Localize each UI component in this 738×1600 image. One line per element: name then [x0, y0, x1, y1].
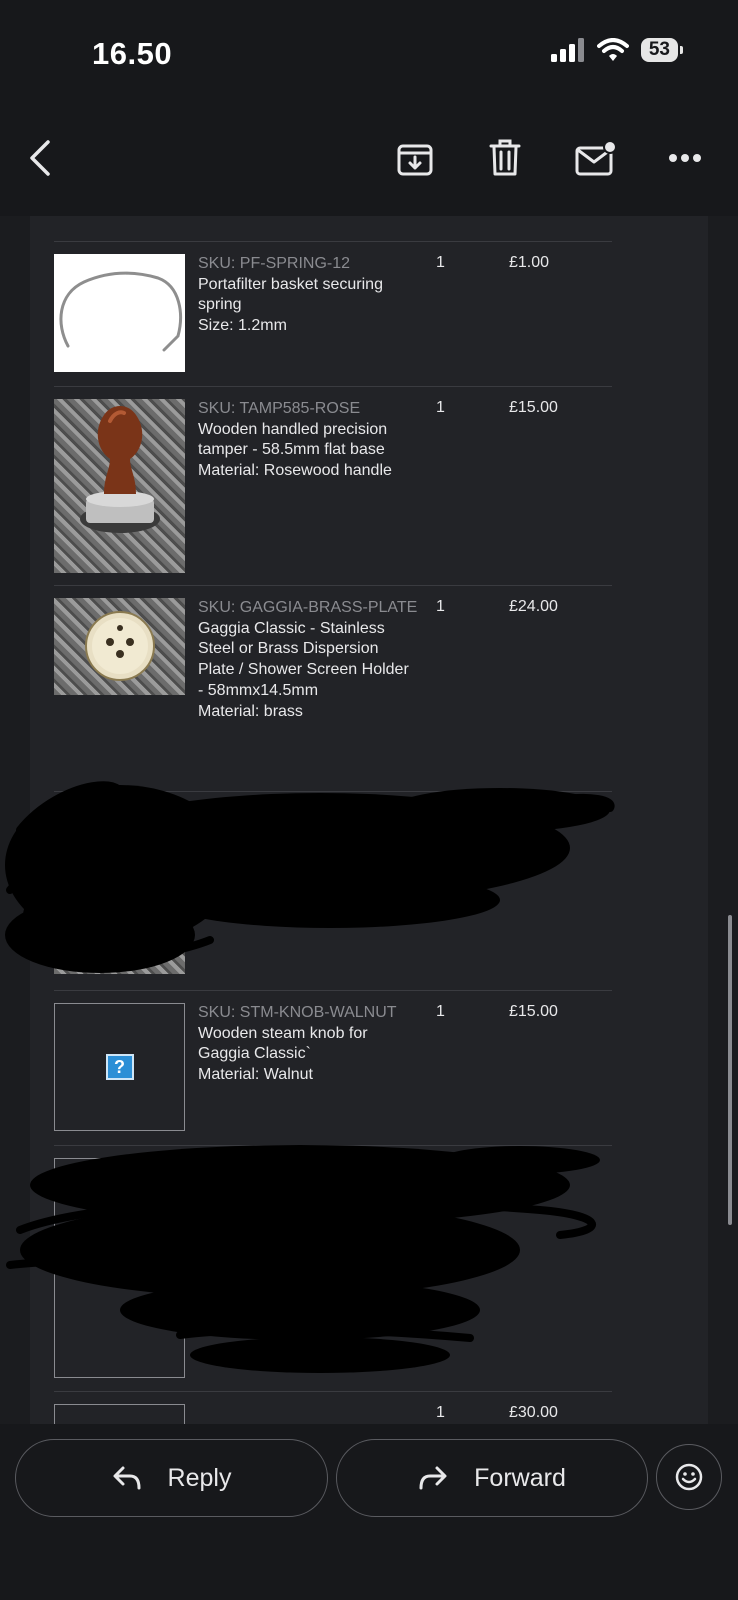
item-detail: Material: brass [198, 702, 303, 720]
redaction-scribble [5, 781, 615, 973]
row-divider [54, 585, 612, 586]
item-name: Portafilter basket securing spring [198, 275, 383, 314]
item-name: Gaggia Classic - Stainless Steel or Bras… [198, 619, 409, 699]
archive-button[interactable] [389, 132, 441, 184]
item-price: £15.00 [509, 1003, 558, 1020]
item-detail: Size: 1.2mm [198, 317, 287, 335]
product-image-tamper [54, 399, 185, 573]
emoji-reaction-button[interactable] [656, 1444, 722, 1510]
mark-unread-button[interactable] [570, 132, 622, 184]
more-icon [669, 154, 701, 162]
broken-image-placeholder: ? [54, 1003, 185, 1131]
row-divider [54, 1391, 612, 1392]
chevron-left-icon [30, 140, 50, 176]
archive-icon [397, 144, 433, 176]
item-quantity: 1 [436, 399, 445, 416]
reply-button[interactable]: Reply [15, 1439, 328, 1517]
missing-image-icon: ? [105, 1054, 134, 1080]
item-detail: Material: Rosewood handle [198, 462, 392, 480]
product-image-spring [54, 254, 185, 372]
forward-label: Forward [474, 1463, 566, 1492]
item-sku: SKU: TAMP585-ROSE [198, 400, 361, 417]
trash-icon [489, 139, 521, 176]
item-quantity: 1 [436, 598, 445, 615]
item-detail: Material: Walnut [198, 1066, 313, 1084]
item-quantity: 1 [436, 1404, 445, 1421]
item-price: £24.00 [509, 598, 558, 615]
item-sku: SKU: STM-KNOB-WALNUT [198, 1004, 397, 1021]
item-price: £1.00 [509, 254, 550, 271]
more-button[interactable] [659, 132, 711, 184]
item-quantity: 1 [436, 1003, 445, 1020]
smiley-icon [675, 1463, 703, 1491]
item-name: Wooden handled precision tamper - 58.5mm… [198, 420, 388, 459]
item-sku: SKU: GAGGIA-BRASS-PLATE [198, 599, 418, 616]
status-icons: 53 [550, 38, 684, 62]
mail-unread-icon [575, 140, 617, 176]
row-divider [54, 241, 612, 242]
item-price: £30.00 [509, 1404, 558, 1421]
item-sku: SKU: PF-SPRING-12 [198, 255, 351, 272]
reply-label: Reply [167, 1463, 232, 1492]
signal-icon [550, 38, 584, 62]
product-image-brass-plate [54, 598, 185, 695]
back-button[interactable] [15, 132, 67, 184]
redaction-scribble [6, 1145, 600, 1373]
delete-button[interactable] [479, 132, 531, 184]
app-bar [0, 110, 738, 216]
scrollbar[interactable] [728, 915, 732, 1225]
status-time: 16.50 [92, 36, 173, 71]
product-image-partial [54, 1404, 185, 1424]
item-description: SKU: STM-KNOB-WALNUT Wooden steam knob f… [198, 1003, 418, 1086]
item-name: Wooden steam knob for Gaggia Classic` [198, 1024, 368, 1063]
wifi-icon [596, 38, 629, 61]
bottom-action-bar: Reply Forward [0, 1424, 738, 1600]
item-description: SKU: PF-SPRING-12 Portafilter basket sec… [198, 254, 418, 337]
item-price: £15.00 [509, 399, 558, 416]
forward-button[interactable]: Forward [336, 1439, 648, 1517]
reply-icon [113, 1466, 141, 1490]
item-quantity: 1 [436, 254, 445, 271]
row-divider [54, 386, 612, 387]
item-description: SKU: TAMP585-ROSE Wooden handled precisi… [198, 399, 418, 482]
status-bar: 16.50 53 [0, 0, 738, 110]
forward-icon [419, 1466, 447, 1490]
item-description: SKU: GAGGIA-BRASS-PLATE Gaggia Classic -… [198, 598, 418, 722]
battery-indicator: 53 [640, 38, 684, 62]
